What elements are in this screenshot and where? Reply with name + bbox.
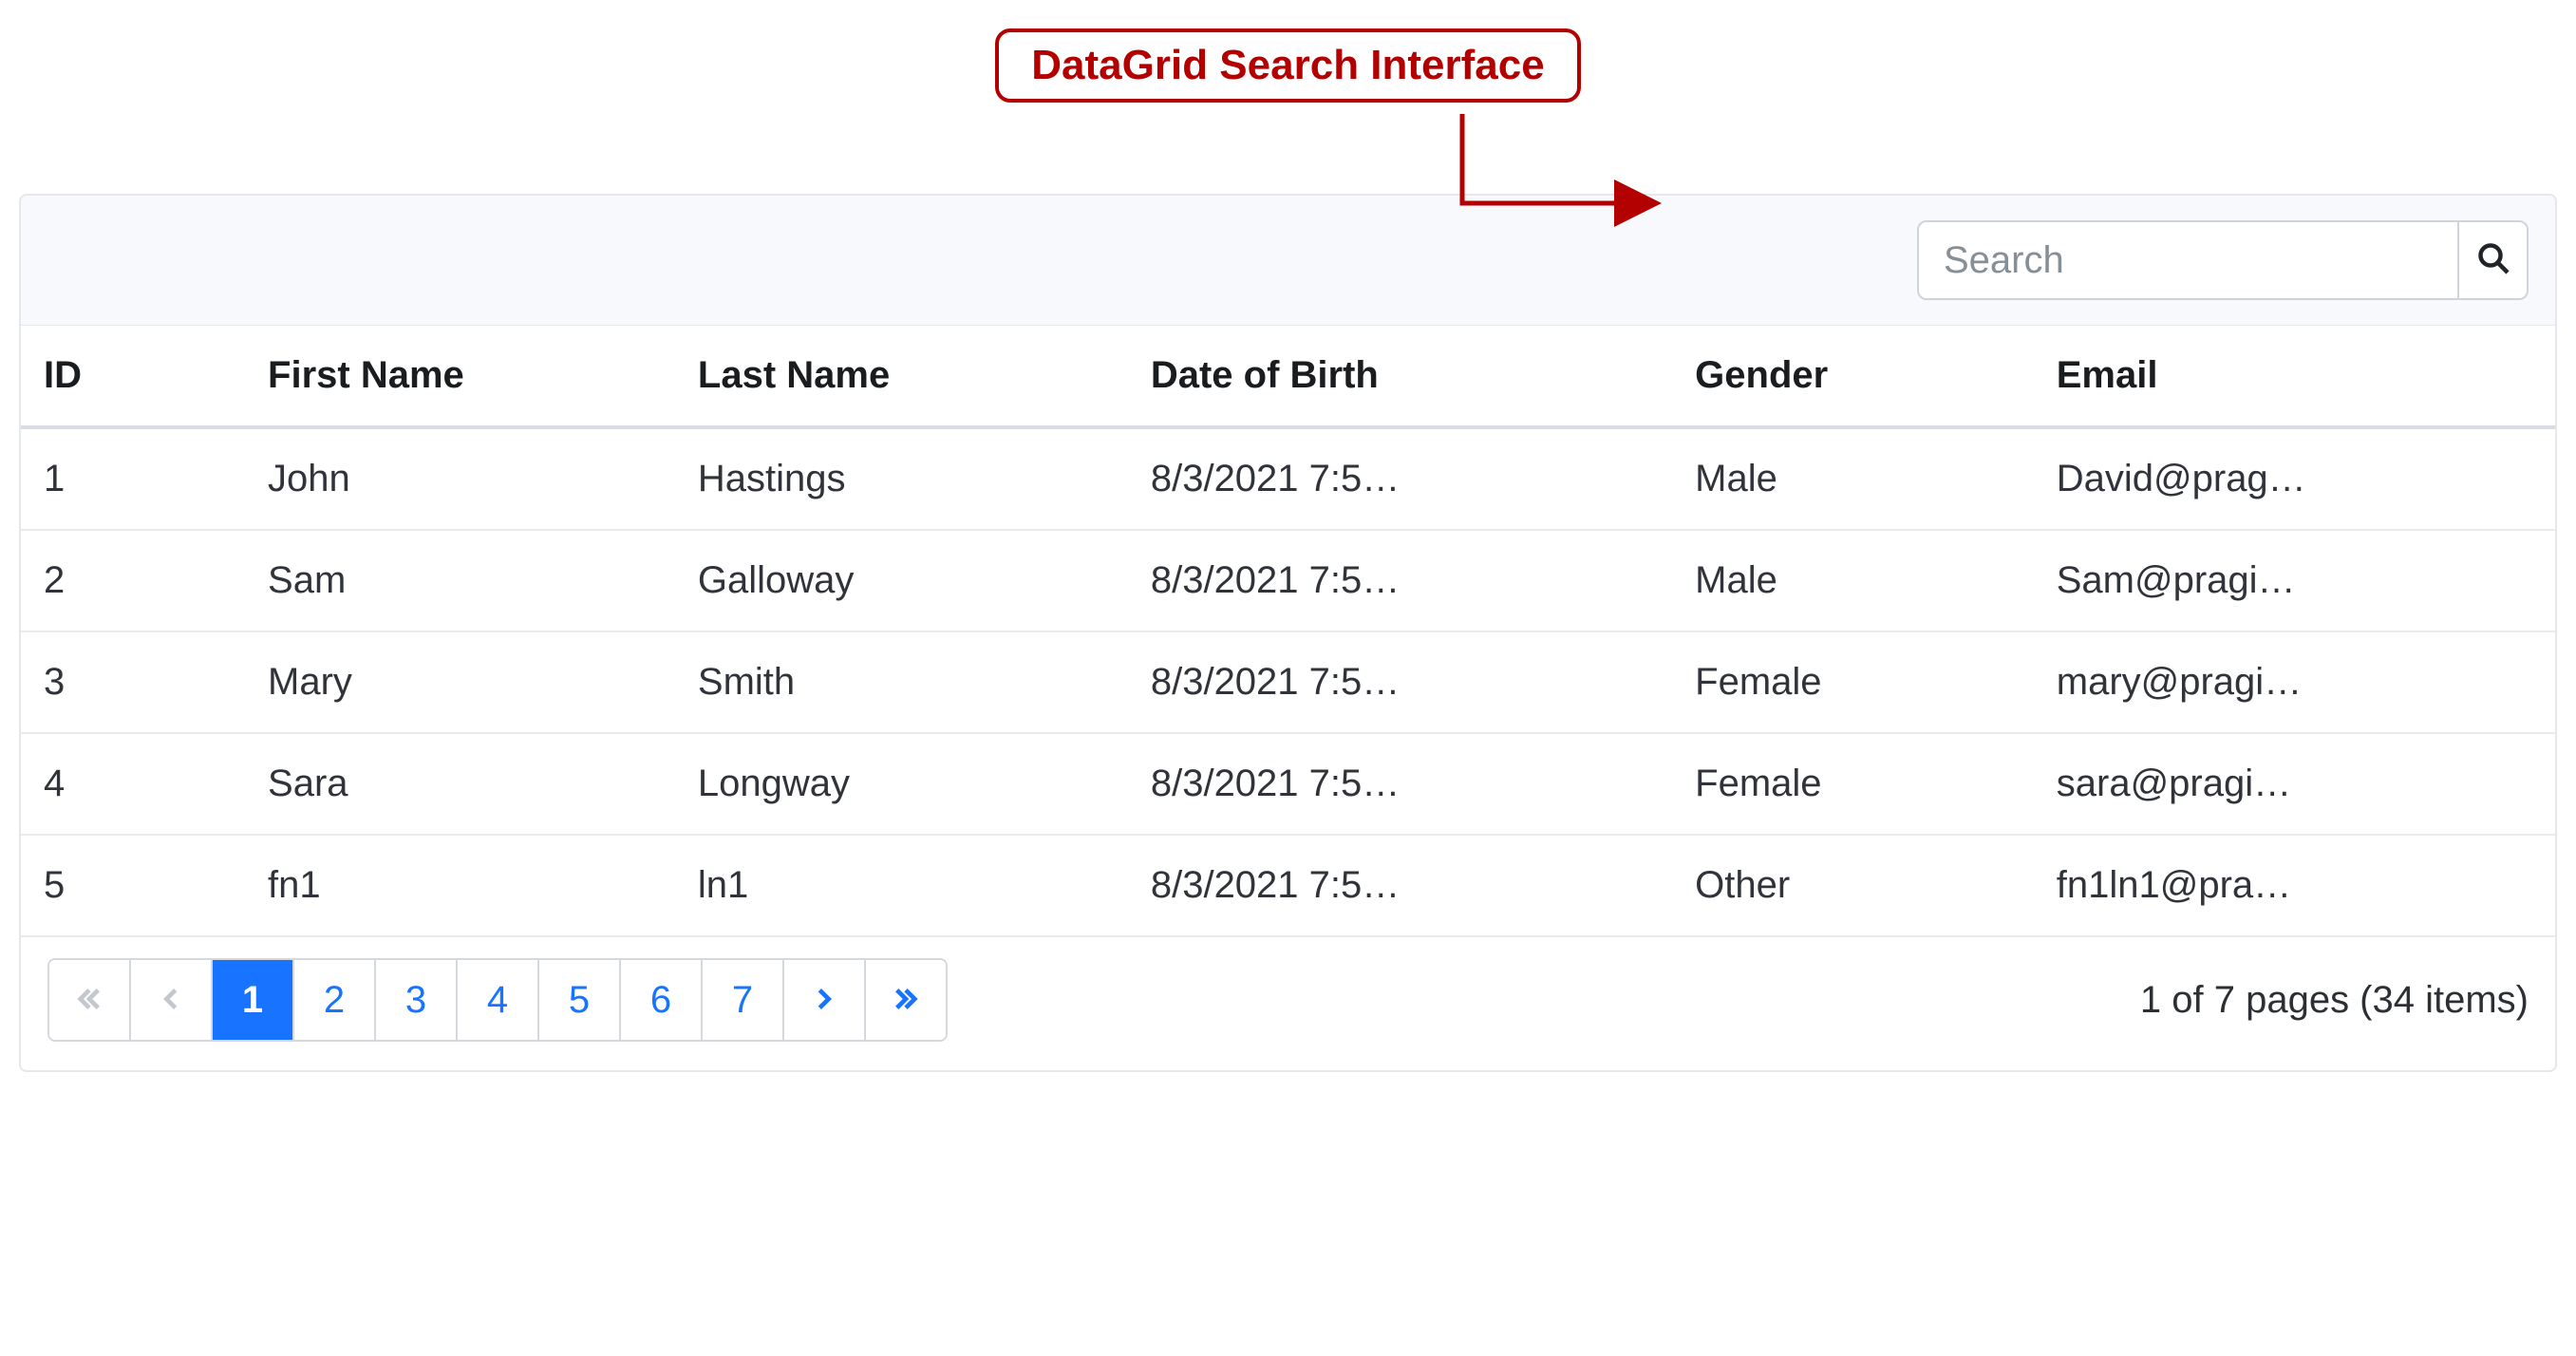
datagrid-container: ID First Name Last Name Date of Birth Ge… xyxy=(19,194,2557,1072)
search-box xyxy=(1917,220,2529,300)
cell-first-name: Mary xyxy=(245,631,675,733)
pager-summary: 1 of 7 pages (34 items) xyxy=(2140,979,2529,1022)
cell-email: David@prag… xyxy=(2034,427,2555,530)
pager-last-button[interactable] xyxy=(866,960,946,1040)
table-row[interactable]: 5 fn1 ln1 8/3/2021 7:5… Other fn1ln1@pra… xyxy=(21,835,2555,936)
cell-email: mary@pragi… xyxy=(2034,631,2555,733)
search-button[interactable] xyxy=(2457,222,2527,298)
cell-gender: Male xyxy=(1672,427,2034,530)
col-header-last-name[interactable]: Last Name xyxy=(675,326,1128,427)
cell-email: fn1ln1@pra… xyxy=(2034,835,2555,936)
cell-dob: 8/3/2021 7:5… xyxy=(1128,835,1672,936)
cell-email: Sam@pragi… xyxy=(2034,530,2555,631)
chevron-left-icon xyxy=(158,979,184,1022)
cell-last-name: Longway xyxy=(675,733,1128,835)
cell-dob: 8/3/2021 7:5… xyxy=(1128,631,1672,733)
cell-id: 5 xyxy=(21,835,245,936)
cell-id: 4 xyxy=(21,733,245,835)
cell-first-name: Sam xyxy=(245,530,675,631)
col-header-email[interactable]: Email xyxy=(2034,326,2555,427)
cell-gender: Female xyxy=(1672,733,2034,835)
datagrid-toolbar xyxy=(21,196,2555,326)
cell-last-name: ln1 xyxy=(675,835,1128,936)
pager-page-7[interactable]: 7 xyxy=(703,960,784,1040)
cell-gender: Male xyxy=(1672,530,2034,631)
table-row[interactable]: 1 John Hastings 8/3/2021 7:5… Male David… xyxy=(21,427,2555,530)
cell-dob: 8/3/2021 7:5… xyxy=(1128,733,1672,835)
col-header-first-name[interactable]: First Name xyxy=(245,326,675,427)
table-row[interactable]: 3 Mary Smith 8/3/2021 7:5… Female mary@p… xyxy=(21,631,2555,733)
pager-page-5[interactable]: 5 xyxy=(539,960,621,1040)
chevron-right-icon xyxy=(811,979,837,1022)
pager-prev-button[interactable] xyxy=(131,960,213,1040)
cell-first-name: Sara xyxy=(245,733,675,835)
col-header-dob[interactable]: Date of Birth xyxy=(1128,326,1672,427)
pager-first-button[interactable] xyxy=(49,960,131,1040)
cell-first-name: fn1 xyxy=(245,835,675,936)
search-input[interactable] xyxy=(1919,222,2457,298)
header-row: ID First Name Last Name Date of Birth Ge… xyxy=(21,326,2555,427)
cell-last-name: Smith xyxy=(675,631,1128,733)
annotation-label: DataGrid Search Interface xyxy=(995,28,1580,103)
cell-id: 3 xyxy=(21,631,245,733)
cell-last-name: Galloway xyxy=(675,530,1128,631)
cell-dob: 8/3/2021 7:5… xyxy=(1128,427,1672,530)
pager-next-button[interactable] xyxy=(784,960,866,1040)
cell-last-name: Hastings xyxy=(675,427,1128,530)
datagrid-table: ID First Name Last Name Date of Birth Ge… xyxy=(21,326,2555,937)
col-header-gender[interactable]: Gender xyxy=(1672,326,2034,427)
cell-id: 1 xyxy=(21,427,245,530)
cell-first-name: John xyxy=(245,427,675,530)
pager-page-3[interactable]: 3 xyxy=(376,960,458,1040)
table-row[interactable]: 2 Sam Galloway 8/3/2021 7:5… Male Sam@pr… xyxy=(21,530,2555,631)
chevron-double-left-icon xyxy=(76,979,103,1022)
table-row[interactable]: 4 Sara Longway 8/3/2021 7:5… Female sara… xyxy=(21,733,2555,835)
search-icon xyxy=(2476,241,2510,280)
cell-id: 2 xyxy=(21,530,245,631)
cell-gender: Female xyxy=(1672,631,2034,733)
cell-dob: 8/3/2021 7:5… xyxy=(1128,530,1672,631)
datagrid-footer: 1 2 3 4 5 6 7 1 of 7 pages (34 items) xyxy=(21,937,2555,1070)
pager-page-2[interactable]: 2 xyxy=(294,960,376,1040)
chevron-double-right-icon xyxy=(893,979,919,1022)
col-header-id[interactable]: ID xyxy=(21,326,245,427)
pager-page-1[interactable]: 1 xyxy=(213,960,294,1040)
pager-page-6[interactable]: 6 xyxy=(621,960,703,1040)
pager-page-4[interactable]: 4 xyxy=(458,960,539,1040)
pager: 1 2 3 4 5 6 7 xyxy=(47,958,948,1042)
cell-gender: Other xyxy=(1672,835,2034,936)
cell-email: sara@pragi… xyxy=(2034,733,2555,835)
annotation-callout: DataGrid Search Interface xyxy=(0,23,2576,194)
